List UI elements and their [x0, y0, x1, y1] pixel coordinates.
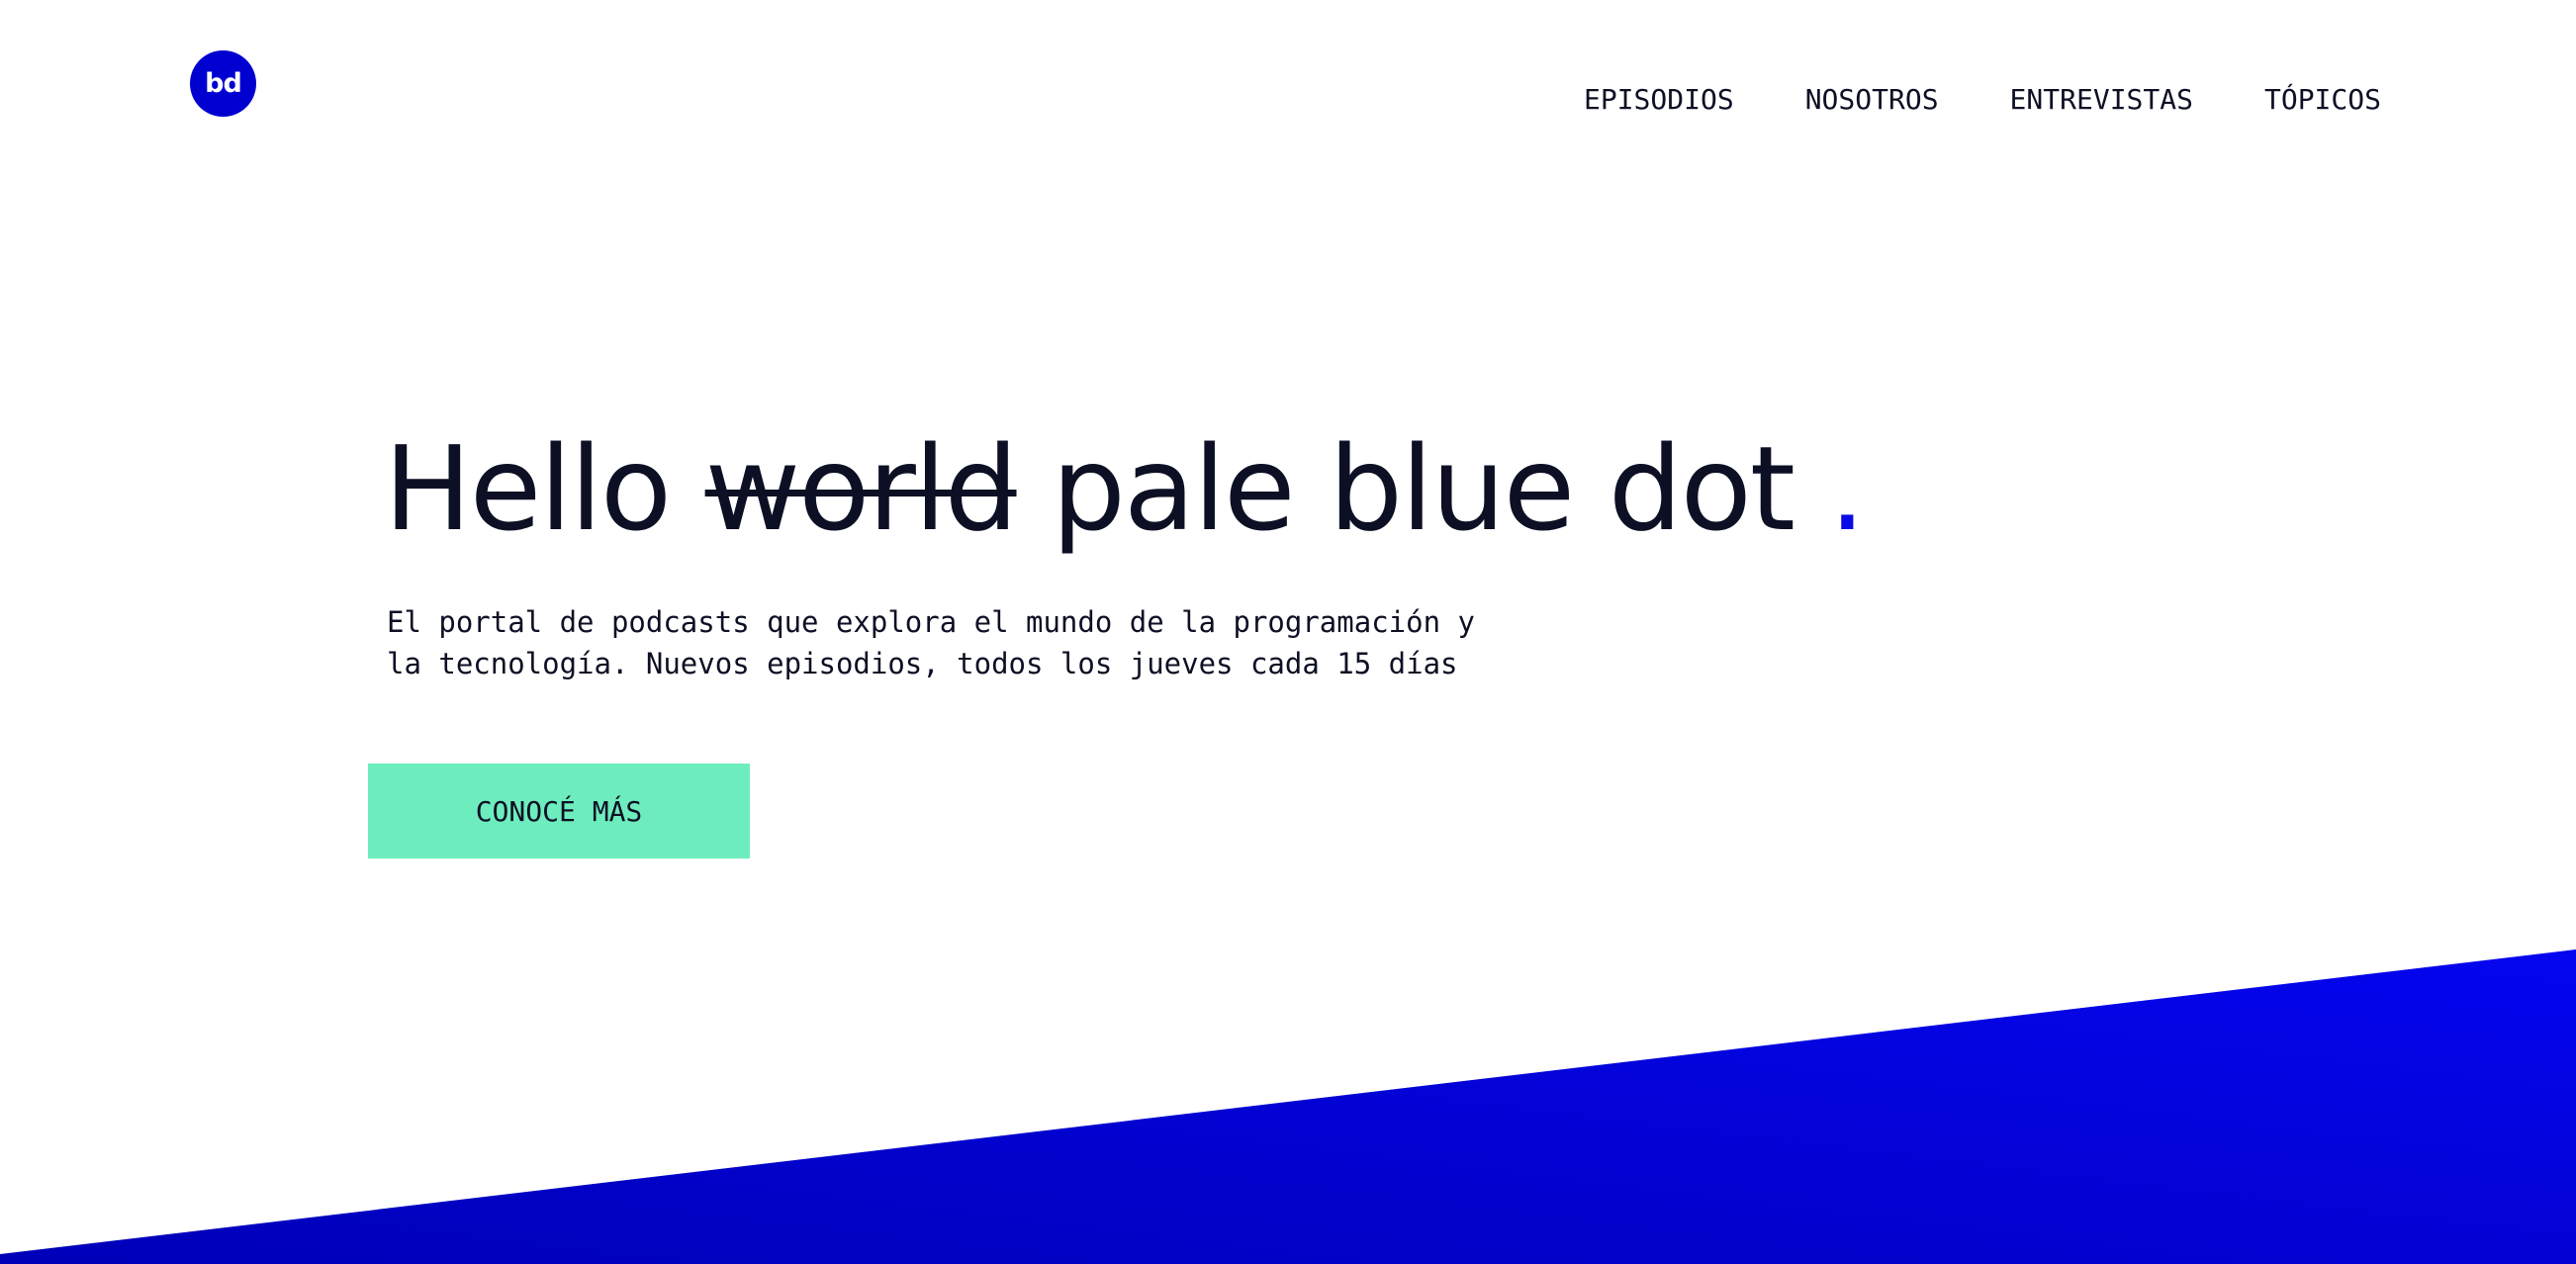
- hero-title-start: Hello: [384, 420, 672, 557]
- nav-item-topicos[interactable]: TÓPICOS: [2264, 83, 2381, 116]
- hero-description-line-1: El portal de podcasts que explora el mun…: [387, 605, 1475, 639]
- hero-title: Hello world pale blue dot .: [384, 424, 1866, 554]
- hero-title-dot: .: [1828, 420, 1866, 557]
- nav-item-entrevistas[interactable]: ENTREVISTAS: [2010, 83, 2193, 116]
- hero-title-end: pale blue dot: [1052, 420, 1795, 557]
- main-nav: EPISODIOS NOSOTROS ENTREVISTAS TÓPICOS: [1584, 83, 2381, 116]
- learn-more-button[interactable]: CONOCÉ MÁS: [368, 764, 750, 858]
- hero-title-struck-word: world: [704, 420, 1019, 557]
- nav-item-nosotros[interactable]: NOSOTROS: [1805, 83, 1939, 116]
- hero-description-line-2: la tecnología. Nuevos episodios, todos l…: [387, 647, 1458, 680]
- hero-description: El portal de podcasts que explora el mun…: [387, 601, 1485, 684]
- nav-item-episodios[interactable]: EPISODIOS: [1584, 83, 1734, 116]
- logo[interactable]: bd: [190, 50, 256, 117]
